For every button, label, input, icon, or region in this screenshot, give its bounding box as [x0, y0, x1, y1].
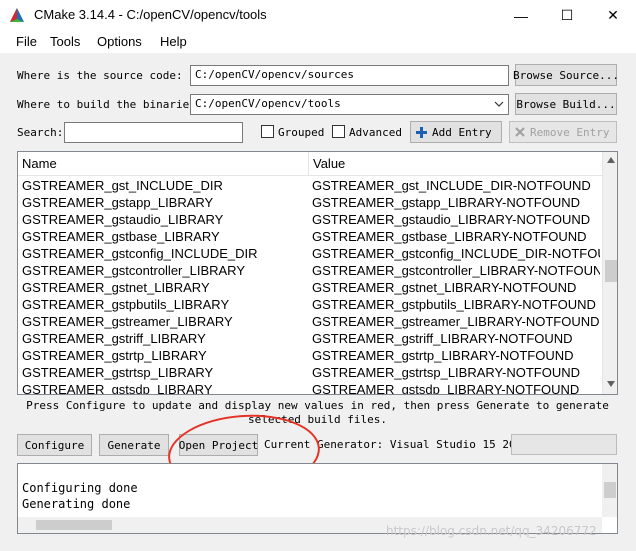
watermark-text: https://blog.csdn.net/qq_34206772 — [386, 524, 597, 538]
configure-hint-text: Press Configure to update and display ne… — [26, 399, 609, 426]
search-label: Search: — [17, 126, 64, 139]
menu-bar — [0, 31, 636, 53]
table-row[interactable]: GSTREAMER_gstriff_LIBRARY GSTREAMER_gstri… — [18, 330, 602, 347]
grouped-label[interactable]: Grouped — [278, 126, 324, 139]
cell-name[interactable]: GSTREAMER_gstrtp_LIBRARY — [22, 347, 307, 364]
cell-value[interactable]: GSTREAMER_gstreamer_LIBRARY-NOTFOUND — [312, 313, 600, 330]
generate-button[interactable]: Generate — [99, 434, 169, 456]
column-header-value[interactable]: Value — [313, 156, 345, 171]
plus-icon — [416, 126, 427, 138]
table-row[interactable]: GSTREAMER_gstaudio_LIBRARY GSTREAMER_gsta… — [18, 211, 602, 228]
search-input[interactable] — [64, 122, 243, 143]
output-vertical-scrollbar[interactable] — [602, 464, 617, 517]
cell-value[interactable]: GSTREAMER_gstsdp_LIBRARY-NOTFOUND — [312, 381, 600, 394]
menu-help[interactable]: Help — [160, 34, 187, 49]
cell-value[interactable]: GSTREAMER_gst_INCLUDE_DIR-NOTFOUND — [312, 177, 600, 194]
scroll-down-arrow-icon[interactable] — [606, 380, 616, 388]
scroll-up-arrow-icon[interactable] — [606, 156, 616, 164]
progress-bar — [511, 434, 617, 455]
cmake-logo-icon — [10, 8, 24, 22]
table-row[interactable]: GSTREAMER_gstbase_LIBRARY GSTREAMER_gstba… — [18, 228, 602, 245]
cell-name[interactable]: GSTREAMER_gst_INCLUDE_DIR — [22, 177, 307, 194]
cell-value[interactable]: GSTREAMER_gstrtsp_LIBRARY-NOTFOUND — [312, 364, 600, 381]
build-label: Where to build the binaries: — [17, 98, 203, 111]
advanced-label[interactable]: Advanced — [349, 126, 402, 139]
cell-value[interactable]: GSTREAMER_gstapp_LIBRARY-NOTFOUND — [312, 194, 600, 211]
table-header: Name Value — [18, 152, 602, 176]
table-row[interactable]: GSTREAMER_gstsdp_LIBRARY GSTREAMER_gstsdp… — [18, 381, 602, 394]
cell-name[interactable]: GSTREAMER_gstrtsp_LIBRARY — [22, 364, 307, 381]
browse-source-button[interactable]: Browse Source... — [513, 64, 619, 86]
table-row[interactable]: GSTREAMER_gstapp_LIBRARY GSTREAMER_gstapp… — [18, 194, 602, 211]
table-row[interactable]: GSTREAMER_gstreamer_LIBRARY GSTREAMER_gst… — [18, 313, 602, 330]
table-row[interactable]: GSTREAMER_gstconfig_INCLUDE_DIR GSTREAMER… — [18, 245, 602, 262]
cell-value[interactable]: GSTREAMER_gstriff_LIBRARY-NOTFOUND — [312, 330, 600, 347]
table-row[interactable]: GSTREAMER_gstnet_LIBRARY GSTREAMER_gstnet… — [18, 279, 602, 296]
source-path-input[interactable]: C:/openCV/opencv/sources — [190, 65, 509, 86]
cell-value[interactable]: GSTREAMER_gstrtp_LIBRARY-NOTFOUND — [312, 347, 600, 364]
output-line: Generating done — [22, 497, 131, 511]
table-scroll-thumb[interactable] — [605, 260, 617, 282]
table-row[interactable]: GSTREAMER_gstcontroller_LIBRARY GSTREAMER… — [18, 262, 602, 279]
chevron-down-icon[interactable] — [494, 100, 504, 108]
table-row[interactable]: GSTREAMER_gstrtp_LIBRARY GSTREAMER_gstrtp… — [18, 347, 602, 364]
cell-name[interactable]: GSTREAMER_gstapp_LIBRARY — [22, 194, 307, 211]
cell-name[interactable]: GSTREAMER_gstriff_LIBRARY — [22, 330, 307, 347]
cell-name[interactable]: GSTREAMER_gstaudio_LIBRARY — [22, 211, 307, 228]
cache-table: Name Value GSTREAMER_gst_INCLUDE_DIR GSTR… — [17, 151, 618, 395]
cell-value[interactable]: GSTREAMER_gstconfig_INCLUDE_DIR-NOTFOU..… — [312, 245, 600, 262]
browse-build-button[interactable]: Browse Build... — [515, 93, 617, 115]
output-line: Configuring done — [22, 481, 138, 495]
remove-icon — [515, 127, 525, 137]
cell-value[interactable]: GSTREAMER_gstbase_LIBRARY-NOTFOUND — [312, 228, 600, 245]
table-row[interactable]: GSTREAMER_gstpbutils_LIBRARY GSTREAMER_gs… — [18, 296, 602, 313]
build-path-combo[interactable]: C:/openCV/opencv/tools — [190, 94, 509, 115]
cell-name[interactable]: GSTREAMER_gstcontroller_LIBRARY — [22, 262, 307, 279]
add-entry-label: Add Entry — [432, 125, 492, 139]
output-scroll-thumb[interactable] — [604, 482, 616, 498]
configure-button[interactable]: Configure — [17, 434, 92, 456]
cell-name[interactable]: GSTREAMER_gstreamer_LIBRARY — [22, 313, 307, 330]
table-row[interactable]: GSTREAMER_gstrtsp_LIBRARY GSTREAMER_gstrt… — [18, 364, 602, 381]
remove-entry-label: Remove Entry — [530, 125, 610, 139]
column-header-name[interactable]: Name — [22, 156, 57, 171]
remove-entry-button[interactable]: Remove Entry — [509, 121, 617, 143]
table-vertical-scrollbar[interactable] — [602, 152, 617, 394]
menu-tools[interactable]: Tools — [50, 34, 80, 49]
window-title: CMake 3.14.4 - C:/openCV/opencv/tools — [34, 7, 267, 22]
cell-name[interactable]: GSTREAMER_gstbase_LIBRARY — [22, 228, 307, 245]
cell-name[interactable]: GSTREAMER_gstsdp_LIBRARY — [22, 381, 307, 394]
table-body: GSTREAMER_gst_INCLUDE_DIR GSTREAMER_gst_I… — [18, 177, 602, 394]
advanced-checkbox[interactable] — [332, 125, 345, 138]
cell-value[interactable]: GSTREAMER_gstcontroller_LIBRARY-NOTFOUND — [312, 262, 600, 279]
minimize-button[interactable]: — — [498, 0, 544, 31]
maximize-button[interactable]: ☐ — [544, 0, 590, 31]
cell-value[interactable]: GSTREAMER_gstpbutils_LIBRARY-NOTFOUND — [312, 296, 600, 313]
cell-name[interactable]: GSTREAMER_gstnet_LIBRARY — [22, 279, 307, 296]
close-button[interactable]: ✕ — [590, 0, 636, 31]
output-hscroll-thumb[interactable] — [36, 520, 112, 530]
table-row[interactable]: GSTREAMER_gst_INCLUDE_DIR GSTREAMER_gst_I… — [18, 177, 602, 194]
cell-name[interactable]: GSTREAMER_gstpbutils_LIBRARY — [22, 296, 307, 313]
source-label: Where is the source code: — [17, 69, 183, 82]
cell-value[interactable]: GSTREAMER_gstnet_LIBRARY-NOTFOUND — [312, 279, 600, 296]
cell-name[interactable]: GSTREAMER_gstconfig_INCLUDE_DIR — [22, 245, 307, 262]
menu-file[interactable]: File — [16, 34, 37, 49]
grouped-checkbox[interactable] — [261, 125, 274, 138]
add-entry-button[interactable]: Add Entry — [410, 121, 502, 143]
menu-options[interactable]: Options — [97, 34, 142, 49]
cell-value[interactable]: GSTREAMER_gstaudio_LIBRARY-NOTFOUND — [312, 211, 600, 228]
column-divider[interactable] — [308, 152, 309, 176]
